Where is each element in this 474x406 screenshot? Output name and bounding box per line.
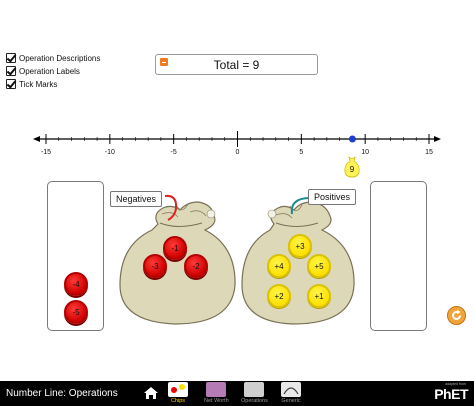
operation-labels-checkbox[interactable]: Operation Labels xyxy=(6,66,80,76)
tick-label: -10 xyxy=(105,149,115,156)
net-worth-tab-icon xyxy=(206,382,227,397)
tab-operations[interactable]: Operations xyxy=(241,382,268,406)
checkbox-checked-icon xyxy=(6,79,16,89)
tick-label: -15 xyxy=(41,149,51,156)
chip-positive[interactable]: +3 xyxy=(288,234,312,258)
generic-tab-icon xyxy=(281,382,301,397)
point-value-label: 9 xyxy=(350,165,355,174)
home-icon[interactable] xyxy=(143,386,159,400)
negatives-bag xyxy=(119,194,236,325)
chip-negative[interactable]: -1 xyxy=(163,236,187,260)
sim-title: Number Line: Operations xyxy=(6,388,118,399)
checkbox-label: Tick Marks xyxy=(19,79,58,89)
tick-labels: -15 -10 -5 0 5 10 15 xyxy=(41,149,433,156)
total-text: Total = 9 xyxy=(213,57,260,72)
right-arrow-icon xyxy=(434,136,441,142)
chips-tab-icon xyxy=(168,382,188,397)
operation-descriptions-checkbox[interactable]: Operation Descriptions xyxy=(6,53,100,63)
tick-label: 0 xyxy=(236,149,240,156)
checkbox-checked-icon xyxy=(6,66,16,76)
tick-marks-checkbox[interactable]: Tick Marks xyxy=(6,79,57,89)
tick-label: 10 xyxy=(361,149,369,156)
phet-logo[interactable]: PhET xyxy=(434,386,468,402)
checkbox-checked-icon xyxy=(6,53,16,63)
checkbox-label: Operation Descriptions xyxy=(19,53,101,63)
tab-net-worth[interactable]: Net Worth xyxy=(204,382,229,406)
checkbox-label: Operation Labels xyxy=(19,66,80,76)
tab-label: Generic xyxy=(281,398,301,404)
number-line-point[interactable] xyxy=(348,135,356,143)
navigation-bar: Number Line: Operations Chips Net Worth … xyxy=(0,381,474,406)
tab-label: Net Worth xyxy=(204,398,229,404)
tab-label: Operations xyxy=(241,398,268,404)
total-panel: Total = 9 xyxy=(155,54,318,75)
chip-positive[interactable]: +4 xyxy=(267,254,291,278)
positives-bag-label: Positives xyxy=(308,189,357,205)
point-value-tag: 9 xyxy=(344,155,360,178)
positives-bag xyxy=(241,197,355,325)
tab-chips[interactable]: Chips xyxy=(168,382,188,406)
chip-positive[interactable]: +1 xyxy=(307,284,331,308)
reset-button[interactable] xyxy=(447,306,466,325)
tick-label: -5 xyxy=(171,149,177,156)
tick-label: 15 xyxy=(425,149,433,156)
chip-negative[interactable]: -2 xyxy=(184,254,208,278)
stored-chip-negative[interactable]: -5 xyxy=(64,300,88,324)
stored-chip-negative[interactable]: -4 xyxy=(64,272,88,296)
left-arrow-icon xyxy=(33,136,40,142)
chip-negative[interactable]: -3 xyxy=(143,254,167,278)
tick-label: 5 xyxy=(299,149,303,156)
reset-icon xyxy=(452,309,461,320)
app-root: Operation Descriptions Operation Labels … xyxy=(0,0,474,406)
negatives-bag-label: Negatives xyxy=(110,191,163,207)
chip-positive[interactable]: +5 xyxy=(307,254,331,278)
tab-generic[interactable]: Generic xyxy=(281,382,301,406)
collapse-icon[interactable] xyxy=(160,58,168,66)
tab-label: Chips xyxy=(170,398,186,404)
operations-tab-icon xyxy=(244,382,265,397)
chip-positive[interactable]: +2 xyxy=(267,284,291,308)
